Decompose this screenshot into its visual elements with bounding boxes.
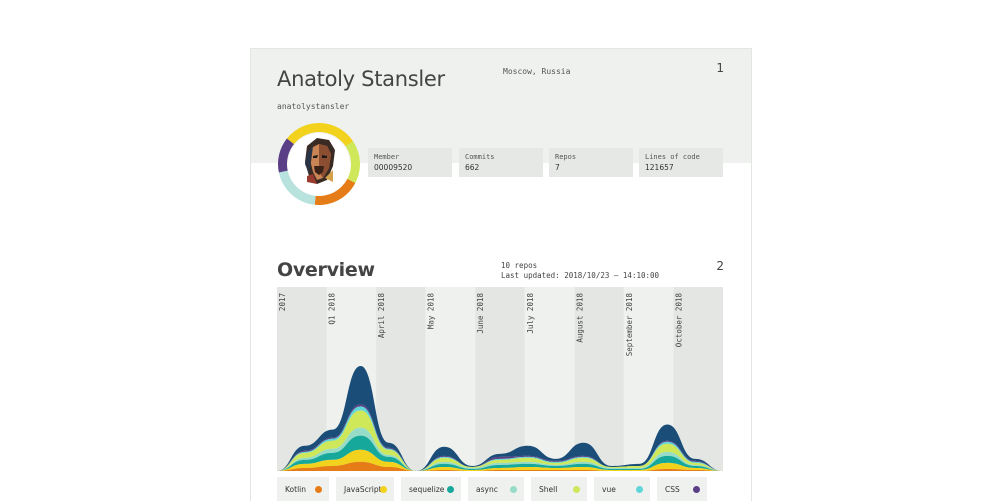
legend-label: JavaScript	[344, 485, 382, 494]
stat-commits: Commits 662	[459, 148, 543, 177]
stat-label: Commits	[465, 153, 495, 161]
legend-swatch	[693, 486, 700, 493]
profile-card: Anatoly Stansler Moscow, Russia 1 anatol…	[250, 48, 752, 501]
overview-title: Overview	[277, 259, 375, 281]
page-number: 1	[716, 61, 724, 75]
month-label: 2017	[278, 293, 287, 311]
avatar	[277, 122, 361, 206]
stat-value: 662	[465, 163, 480, 172]
stat-value: 00009520	[374, 163, 413, 172]
last-updated: Last updated: 2018/10/23 — 14:10:00	[501, 271, 660, 280]
stat-repos: Repos 7	[549, 148, 633, 177]
legend-swatch	[510, 486, 517, 493]
stat-label: Repos	[555, 153, 577, 161]
legend-item: sequelize	[401, 477, 461, 501]
month-label: June 2018	[476, 293, 485, 334]
avatar-svg	[278, 123, 360, 205]
month-label: April 2018	[377, 293, 386, 339]
profile-location: Moscow, Russia	[503, 67, 571, 76]
legend-item: vue	[594, 477, 650, 501]
profile-name: Anatoly Stansler	[277, 67, 445, 91]
stat-label: Lines of code	[645, 153, 700, 161]
legend-item: Shell	[531, 477, 587, 501]
legend-label: async	[476, 485, 498, 494]
month-label: September 2018	[625, 293, 634, 357]
stat-label: Member	[374, 153, 400, 161]
repos-info: 10 repos Last updated: 2018/10/23 — 14:1…	[501, 261, 659, 281]
legend-label: Shell	[539, 485, 558, 494]
stat-member: Member 00009520	[368, 148, 452, 177]
legend-swatch	[636, 486, 643, 493]
profile-username: anatolystansler	[277, 102, 350, 111]
chart-legend: Kotlin JavaScript sequelize async Shell vue CS…	[277, 477, 727, 501]
legend-swatch	[447, 486, 454, 493]
repos-count: 10 repos	[501, 261, 538, 270]
month-label: October 2018	[674, 293, 683, 348]
stat-value: 7	[555, 163, 560, 172]
portrait-icon	[305, 138, 335, 184]
legend-item: CSS	[657, 477, 707, 501]
legend-swatch	[380, 486, 387, 493]
legend-swatch	[315, 486, 322, 493]
month-label: July 2018	[526, 293, 535, 334]
overview-chart: 2017 Q1 2018 April 2018 May 2018 June 2018 Ju…	[277, 287, 723, 471]
page-number-2: 2	[716, 259, 724, 273]
legend-item: async	[468, 477, 524, 501]
stat-lines-of-code: Lines of code 121657	[639, 148, 723, 177]
month-label: August 2018	[575, 293, 584, 343]
month-label: May 2018	[427, 293, 436, 330]
legend-swatch	[573, 486, 580, 493]
legend-label: Kotlin	[285, 485, 306, 494]
legend-item: Kotlin	[277, 477, 329, 501]
legend-label: vue	[602, 485, 616, 494]
legend-label: CSS	[665, 485, 680, 494]
stat-value: 121657	[645, 163, 674, 172]
legend-label: sequelize	[409, 485, 445, 494]
month-label: Q1 2018	[328, 293, 337, 325]
legend-item: JavaScript	[336, 477, 394, 501]
